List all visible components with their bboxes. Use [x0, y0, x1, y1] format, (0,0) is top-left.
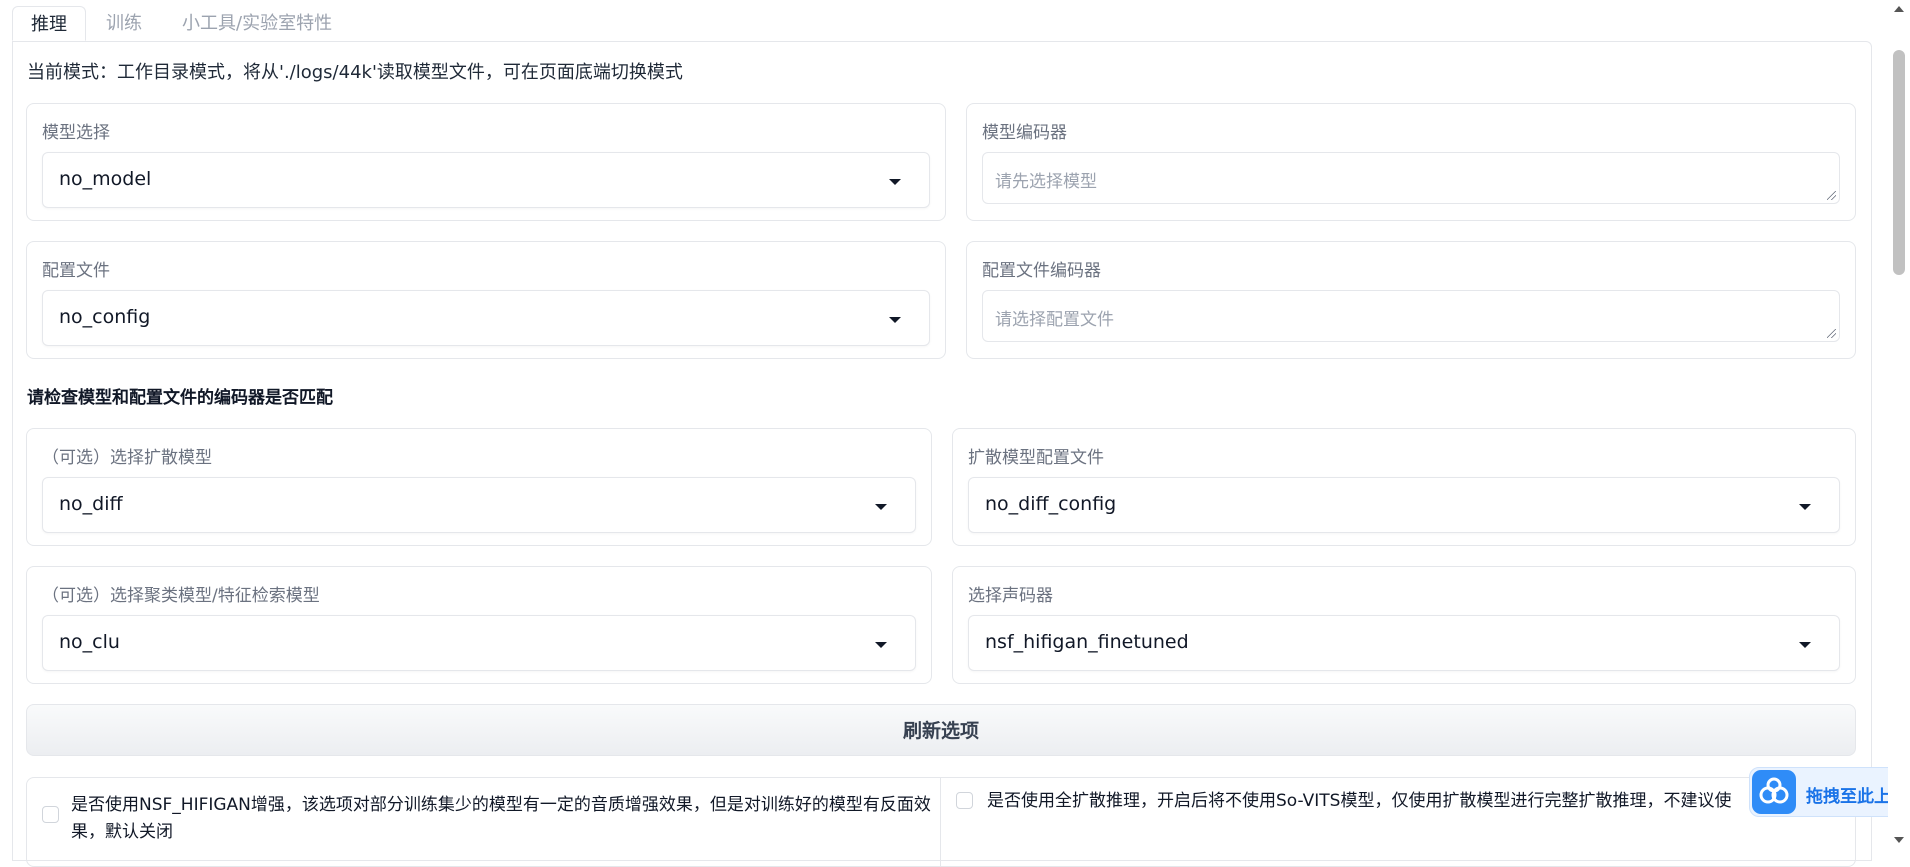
- config-file-dropdown[interactable]: no_config: [42, 290, 930, 346]
- resize-handle-icon[interactable]: [1827, 329, 1836, 338]
- diff-config-value: no_diff_config: [985, 493, 1117, 515]
- vocoder-value: nsf_hifigan_finetuned: [985, 631, 1189, 653]
- refresh-options-button[interactable]: 刷新选项: [26, 704, 1856, 756]
- model-encoder-block: 模型编码器 请先选择模型: [966, 103, 1856, 221]
- config-file-label: 配置文件: [42, 261, 110, 281]
- encoder-match-warning: 请检查模型和配置文件的编码器是否匹配: [27, 388, 333, 408]
- chevron-down-icon: [1799, 504, 1811, 510]
- full-diffusion-checkbox-label: 是否使用全扩散推理，开启后将不使用So-VITS模型，仅使用扩散模型进行完整扩散…: [987, 791, 1732, 811]
- model-encoder-label: 模型编码器: [982, 123, 1067, 143]
- config-file-block: 配置文件 no_config: [26, 241, 946, 359]
- model-select-block: 模型选择 no_model: [26, 103, 946, 221]
- chevron-down-icon: [875, 642, 887, 648]
- diff-model-value: no_diff: [59, 493, 123, 515]
- model-select-value: no_model: [59, 168, 152, 190]
- scroll-up-arrow-icon[interactable]: [1894, 6, 1904, 12]
- config-encoder-placeholder: 请选择配置文件: [995, 310, 1114, 330]
- model-select-label: 模型选择: [42, 123, 110, 143]
- cluster-model-block: （可选）选择聚类模型/特征检索模型 no_clu: [26, 566, 932, 684]
- config-encoder-label: 配置文件编码器: [982, 261, 1101, 281]
- diff-config-label: 扩散模型配置文件: [968, 448, 1104, 468]
- scroll-down-arrow-icon[interactable]: [1894, 837, 1904, 843]
- nsf-hifigan-checkbox[interactable]: [42, 806, 59, 823]
- options-checkbox-row: 是否使用NSF_HIFIGAN增强，该选项对部分训练集少的模型有一定的音质增强效…: [26, 777, 1856, 867]
- page-scrollbar[interactable]: [1888, 0, 1910, 849]
- resize-handle-icon[interactable]: [1827, 191, 1836, 200]
- cluster-model-value: no_clu: [59, 631, 120, 653]
- chevron-down-icon: [875, 504, 887, 510]
- config-encoder-block: 配置文件编码器 请选择配置文件: [966, 241, 1856, 359]
- mode-description: 当前模式：工作目录模式，将从'./logs/44k'读取模型文件，可在页面底端切…: [27, 62, 683, 83]
- scrollbar-thumb[interactable]: [1893, 50, 1905, 275]
- config-file-value: no_config: [59, 306, 151, 328]
- diff-model-block: （可选）选择扩散模型 no_diff: [26, 428, 932, 546]
- diff-model-dropdown[interactable]: no_diff: [42, 477, 916, 533]
- vocoder-label: 选择声码器: [968, 586, 1053, 606]
- cloud-upload-icon: [1752, 770, 1796, 814]
- vocoder-block: 选择声码器 nsf_hifigan_finetuned: [952, 566, 1856, 684]
- tab-inference[interactable]: 推理: [12, 6, 86, 41]
- cluster-model-dropdown[interactable]: no_clu: [42, 615, 916, 671]
- full-diffusion-checkbox[interactable]: [956, 792, 973, 809]
- chevron-down-icon: [889, 317, 901, 323]
- tab-tools-lab[interactable]: 小工具/实验室特性: [164, 6, 350, 41]
- config-encoder-textarea[interactable]: 请选择配置文件: [982, 290, 1840, 342]
- chevron-down-icon: [1799, 642, 1811, 648]
- vocoder-dropdown[interactable]: nsf_hifigan_finetuned: [968, 615, 1840, 671]
- diff-model-label: （可选）选择扩散模型: [42, 448, 212, 468]
- model-encoder-textarea[interactable]: 请先选择模型: [982, 152, 1840, 204]
- diff-config-block: 扩散模型配置文件 no_diff_config: [952, 428, 1856, 546]
- tab-bar: 推理 训练 小工具/实验室特性: [12, 6, 1872, 42]
- chevron-down-icon: [889, 179, 901, 185]
- tab-training[interactable]: 训练: [88, 6, 160, 41]
- model-select-dropdown[interactable]: no_model: [42, 152, 930, 208]
- column-divider: [940, 778, 941, 866]
- drag-upload-badge[interactable]: 拖拽至此上传: [1749, 767, 1910, 817]
- cluster-model-label: （可选）选择聚类模型/特征检索模型: [42, 586, 320, 606]
- nsf-hifigan-checkbox-label: 是否使用NSF_HIFIGAN增强，该选项对部分训练集少的模型有一定的音质增强效…: [71, 795, 931, 842]
- diff-config-dropdown[interactable]: no_diff_config: [968, 477, 1840, 533]
- model-encoder-placeholder: 请先选择模型: [995, 172, 1097, 192]
